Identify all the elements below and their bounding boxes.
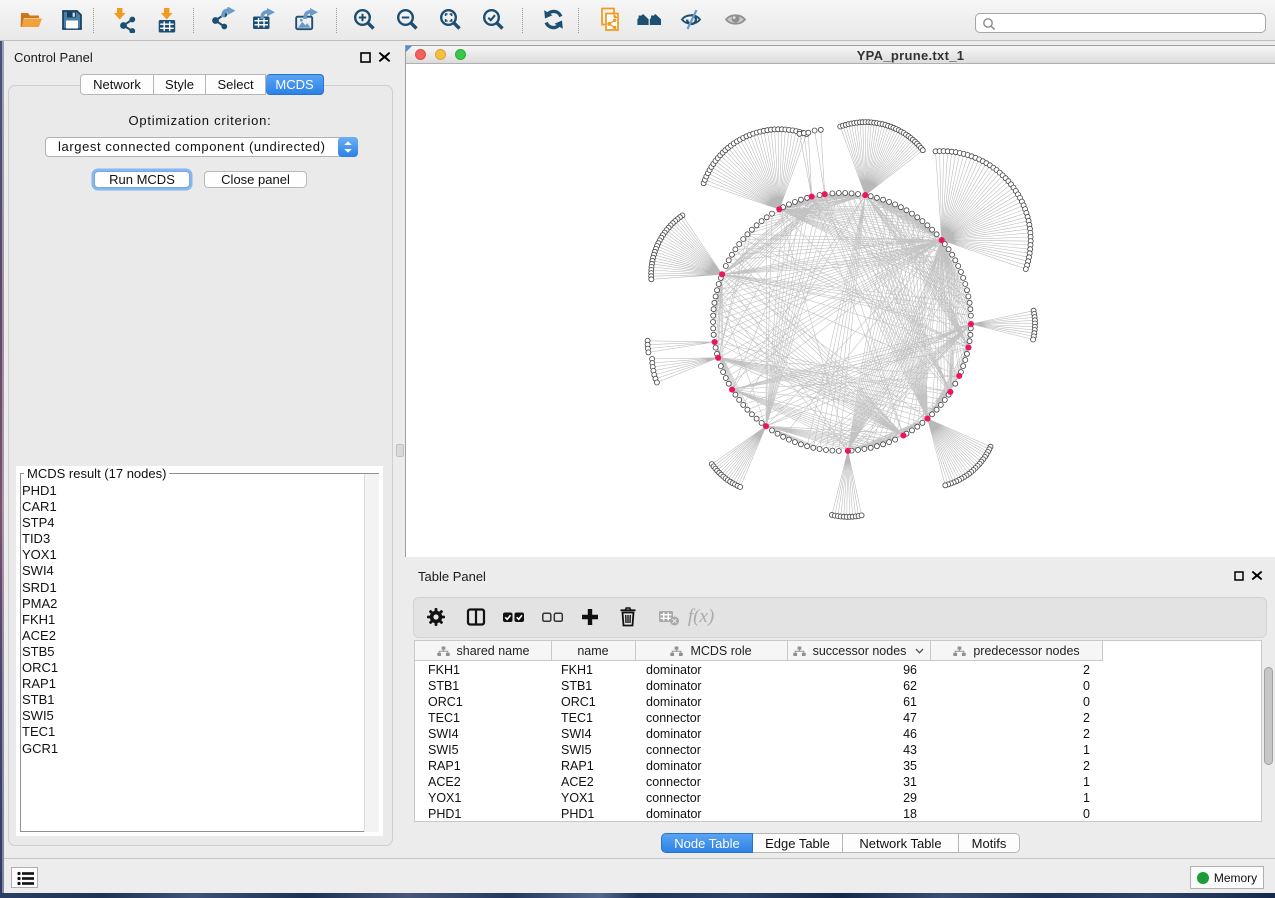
svg-text:f(x): f(x): [688, 606, 714, 627]
